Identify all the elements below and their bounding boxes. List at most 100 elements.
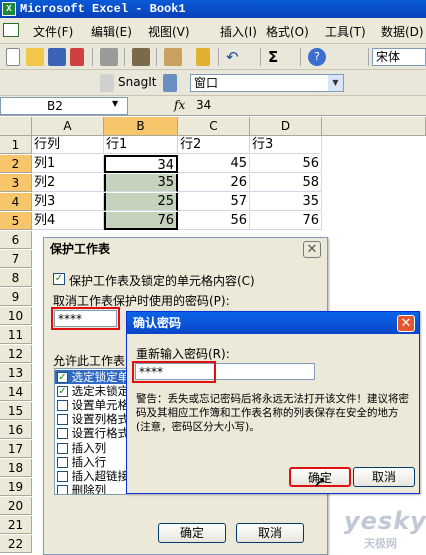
row-header[interactable]: 19 <box>0 478 32 496</box>
row-header[interactable]: 16 <box>0 421 32 439</box>
font-name-combo[interactable]: 宋体 <box>372 48 426 66</box>
row-header[interactable]: 20 <box>0 497 32 515</box>
snagit-icon[interactable] <box>100 74 114 92</box>
menu-data[interactable]: 数据(D) <box>381 23 424 40</box>
table-cell[interactable]: 25 <box>104 193 178 211</box>
permission-checkbox[interactable] <box>57 443 68 454</box>
row-header[interactable]: 2 <box>0 155 32 173</box>
row-header[interactable]: 4 <box>0 193 32 211</box>
permissions-list[interactable]: ✓ 选定锁定单元格 ✓ 选定未锁定的单元格 设置单元格格式 设置列格式 设置行格… <box>54 368 127 495</box>
table-cell[interactable]: 56 <box>178 212 250 230</box>
menu-file[interactable]: 文件(F) <box>33 23 73 40</box>
row-header[interactable]: 15 <box>0 402 32 420</box>
close-icon[interactable]: ✕ <box>303 241 321 258</box>
table-cell[interactable]: 35 <box>104 174 178 192</box>
table-cell[interactable]: 76 <box>104 212 178 230</box>
chevron-down-icon[interactable]: ▼ <box>328 75 343 91</box>
row-header[interactable]: 9 <box>0 288 32 306</box>
list-item[interactable]: 插入超链接 <box>57 469 126 483</box>
sheet-menu-icon[interactable] <box>3 23 19 37</box>
undo-icon[interactable]: ↶ <box>226 48 244 66</box>
menu-tools[interactable]: 工具(T) <box>325 23 366 40</box>
format-painter-icon[interactable] <box>196 48 210 66</box>
window-combo[interactable]: 窗口 ▼ <box>190 74 344 92</box>
table-cell[interactable]: 列3 <box>32 193 104 211</box>
new-icon[interactable] <box>6 48 20 66</box>
table-cell[interactable]: 58 <box>250 174 322 192</box>
save-icon[interactable] <box>48 48 66 66</box>
column-header[interactable]: D <box>250 117 322 136</box>
permission-checkbox[interactable] <box>57 428 68 439</box>
row-header[interactable]: 18 <box>0 459 32 477</box>
select-all-corner[interactable] <box>0 117 32 136</box>
permission-checkbox[interactable] <box>57 414 68 425</box>
column-header[interactable]: B <box>104 117 178 136</box>
protect-checkbox[interactable]: ✓ <box>53 273 65 285</box>
permission-icon[interactable] <box>70 48 84 66</box>
menu-insert[interactable]: 插入(I) <box>220 23 257 40</box>
fx-icon[interactable]: fx <box>174 98 185 112</box>
confirm-cancel-button[interactable]: 取消 <box>353 467 415 487</box>
table-cell[interactable]: 列2 <box>32 174 104 192</box>
row-header[interactable]: 7 <box>0 250 32 268</box>
list-item[interactable]: ✓ 选定锁定单元格 <box>55 370 126 384</box>
permission-checkbox[interactable] <box>57 485 68 494</box>
chevron-down-icon[interactable]: ▼ <box>112 99 118 108</box>
snagit-label[interactable]: SnagIt <box>118 75 156 89</box>
table-cell[interactable]: 列1 <box>32 155 104 173</box>
table-cell[interactable]: 76 <box>250 212 322 230</box>
protect-cancel-button[interactable]: 取消 <box>236 523 304 543</box>
column-header[interactable]: A <box>32 117 104 136</box>
row-header[interactable]: 21 <box>0 516 32 534</box>
snagit-settings-icon[interactable] <box>163 74 177 92</box>
help-icon[interactable]: ? <box>308 48 326 66</box>
row-header[interactable]: 10 <box>0 307 32 325</box>
row-header[interactable]: 12 <box>0 345 32 363</box>
formula-value[interactable]: 34 <box>196 98 211 112</box>
permission-checkbox[interactable]: ✓ <box>57 372 68 383</box>
row-header[interactable]: 13 <box>0 364 32 382</box>
autosum-icon[interactable]: Σ <box>268 48 286 66</box>
permission-checkbox[interactable] <box>57 471 68 482</box>
permission-checkbox[interactable]: ✓ <box>57 386 68 397</box>
table-cell[interactable]: 26 <box>178 174 250 192</box>
table-cell[interactable]: 行3 <box>250 136 322 154</box>
table-cell[interactable]: 35 <box>250 193 322 211</box>
list-item[interactable]: 设置行格式 <box>57 426 126 440</box>
protect-ok-button[interactable]: 确定 <box>158 523 226 543</box>
name-box[interactable]: B2 <box>0 97 128 115</box>
column-header[interactable]: C <box>178 117 250 136</box>
open-icon[interactable] <box>26 48 44 66</box>
row-header[interactable]: 3 <box>0 174 32 192</box>
row-header[interactable]: 5 <box>0 212 32 230</box>
row-header[interactable]: 17 <box>0 440 32 458</box>
row-header[interactable]: 1 <box>0 136 32 154</box>
list-item[interactable]: 设置单元格格式 <box>57 398 126 412</box>
table-cell[interactable]: 行2 <box>178 136 250 154</box>
close-icon[interactable]: ✕ <box>397 315 415 332</box>
list-item[interactable]: ✓ 选定未锁定的单元格 <box>57 384 126 398</box>
active-cell[interactable]: 34 <box>104 155 178 173</box>
research-icon[interactable] <box>132 48 150 66</box>
paste-icon[interactable] <box>164 48 182 66</box>
menu-edit[interactable]: 编辑(E) <box>91 23 132 40</box>
row-header[interactable]: 22 <box>0 535 32 553</box>
table-cell[interactable]: 行1 <box>104 136 178 154</box>
list-item[interactable]: 插入行 <box>57 455 106 469</box>
print-icon[interactable] <box>100 48 118 66</box>
table-cell[interactable]: 列4 <box>32 212 104 230</box>
permission-checkbox[interactable] <box>57 400 68 411</box>
menu-format[interactable]: 格式(O) <box>266 23 309 40</box>
list-item[interactable]: 删除列 <box>57 483 106 494</box>
table-cell[interactable]: 45 <box>178 155 250 173</box>
list-item[interactable]: 设置列格式 <box>57 412 126 426</box>
table-cell[interactable]: 56 <box>250 155 322 173</box>
row-header[interactable]: 6 <box>0 231 32 249</box>
menu-view[interactable]: 视图(V) <box>148 23 190 40</box>
table-cell[interactable]: 行列 <box>32 136 104 154</box>
table-cell[interactable]: 57 <box>178 193 250 211</box>
row-header[interactable]: 11 <box>0 326 32 344</box>
list-item[interactable]: 插入列 <box>57 441 106 455</box>
permission-checkbox[interactable] <box>57 457 68 468</box>
row-header[interactable]: 8 <box>0 269 32 287</box>
